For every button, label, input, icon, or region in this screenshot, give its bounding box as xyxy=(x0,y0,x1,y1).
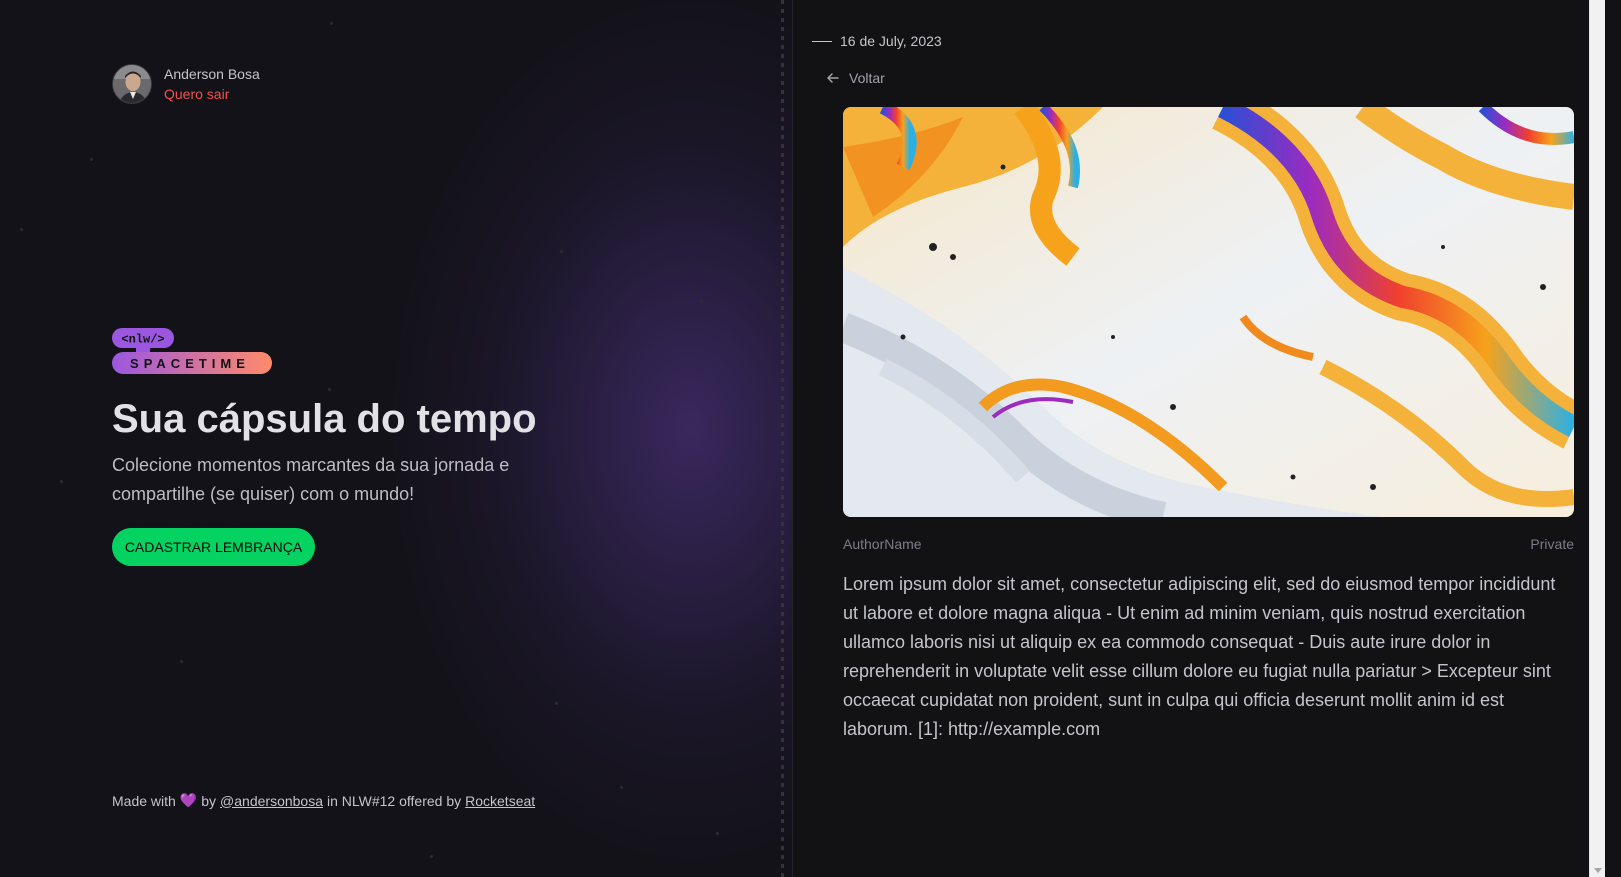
memory-image[interactable] xyxy=(843,107,1574,517)
hero-description: Colecione momentos marcantes da sua jorn… xyxy=(112,455,510,504)
star-decoration xyxy=(180,660,183,663)
memory-date-text: 16 de July, 2023 xyxy=(840,33,942,49)
star-decoration xyxy=(430,855,433,858)
memory-visibility: Private xyxy=(1530,536,1574,552)
star-decoration xyxy=(555,702,558,705)
hero-title: Sua cápsula do tempo xyxy=(112,397,537,441)
user-info: Anderson Bosa Quero sair xyxy=(164,66,260,103)
memory-meta: AuthorName Private xyxy=(843,536,1574,552)
logo-graphic: <nlw/> SPACETIME xyxy=(112,328,272,374)
purple-heart-icon: 💜 xyxy=(179,792,198,808)
star-decoration xyxy=(328,388,331,391)
date-line xyxy=(812,40,832,42)
app-root: Anderson Bosa Quero sair <nlw/> SPACETIM… xyxy=(0,0,1621,877)
footer-by: by xyxy=(201,792,217,809)
user-profile: Anderson Bosa Quero sair xyxy=(112,64,260,104)
right-panel: 16 de July, 2023 Voltar AuthorName Priva… xyxy=(793,0,1605,877)
star-decoration xyxy=(716,832,719,835)
scrollbar-thumb[interactable] xyxy=(1594,0,1602,860)
memory-date: 16 de July, 2023 xyxy=(812,33,942,49)
avatar xyxy=(112,64,152,104)
logout-link[interactable]: Quero sair xyxy=(164,86,260,103)
back-button[interactable]: Voltar xyxy=(825,70,885,86)
scroll-down-icon[interactable] xyxy=(1594,868,1602,873)
footer-made-with: Made with xyxy=(112,792,176,809)
create-memory-button[interactable]: CADASTRAR LEMBRANÇA xyxy=(112,528,315,566)
memory-content: Lorem ipsum dolor sit amet, consectetur … xyxy=(843,574,1556,739)
star-decoration xyxy=(60,480,63,483)
sponsor-link[interactable]: Rocketseat xyxy=(465,793,535,809)
star-decoration xyxy=(560,250,563,253)
author-link[interactable]: @andersonbosa xyxy=(220,793,323,809)
footer-middle: in NLW#12 offered by xyxy=(327,792,462,809)
back-label: Voltar xyxy=(849,70,885,86)
memory-image-art xyxy=(843,107,1574,517)
scrollbar[interactable] xyxy=(1589,0,1605,877)
arrow-left-icon xyxy=(827,73,839,83)
svg-text:<nlw/>: <nlw/> xyxy=(121,333,164,347)
star-decoration xyxy=(620,786,623,789)
user-name: Anderson Bosa xyxy=(164,65,260,82)
stripes-divider xyxy=(781,0,784,877)
avatar-image xyxy=(113,65,151,103)
left-panel: Anderson Bosa Quero sair <nlw/> SPACETIM… xyxy=(0,0,793,877)
nlw-spacetime-logo: <nlw/> SPACETIME xyxy=(112,328,272,381)
footer: Made with 💜 by @andersonbosa in NLW#12 o… xyxy=(112,792,535,809)
star-decoration xyxy=(90,158,93,161)
star-decoration xyxy=(20,228,23,231)
star-decoration xyxy=(330,22,333,25)
star-decoration xyxy=(700,300,703,303)
memory-author: AuthorName xyxy=(843,536,922,552)
svg-text:SPACETIME: SPACETIME xyxy=(130,356,250,371)
